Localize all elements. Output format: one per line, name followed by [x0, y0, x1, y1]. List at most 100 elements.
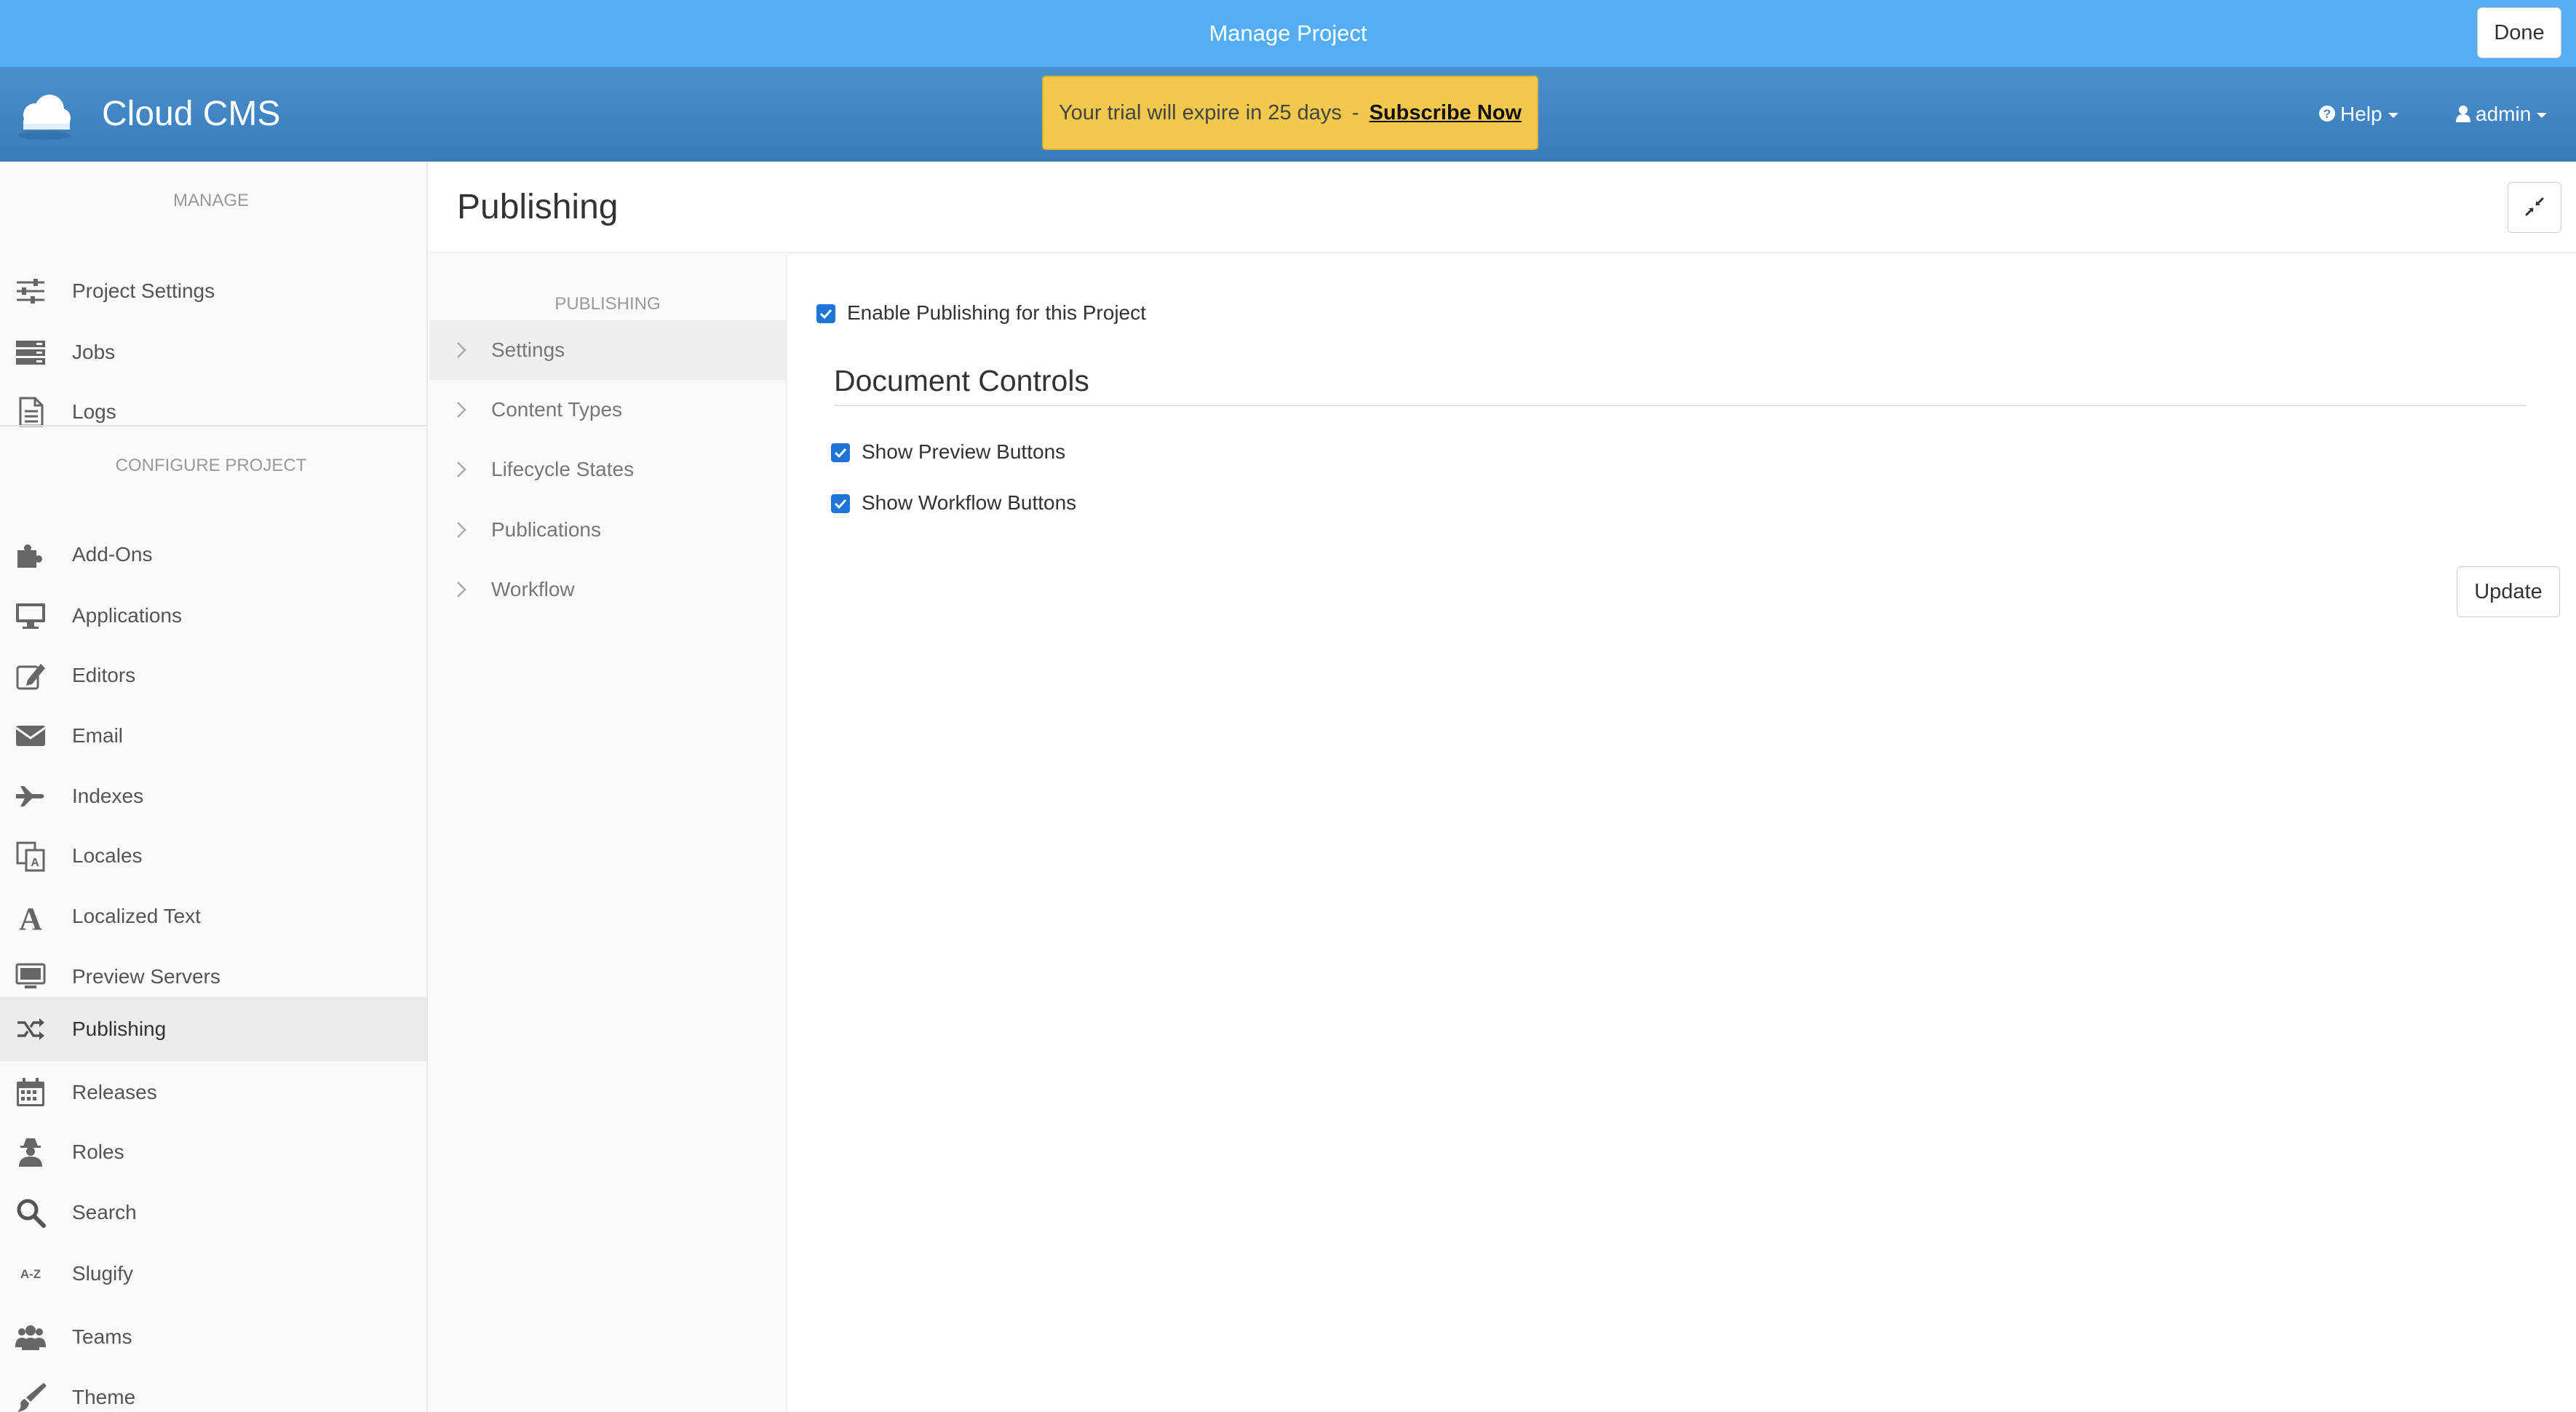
sidebar-divider — [0, 425, 426, 427]
update-button[interactable]: Update — [2457, 566, 2560, 617]
trial-separator: - — [1351, 101, 1359, 124]
sidebar-item-localized-text[interactable]: A Localized Text — [0, 886, 426, 947]
subnav-item-workflow[interactable]: Workflow — [429, 560, 786, 619]
sidebar-item-label: Email — [72, 724, 124, 747]
subscribe-now-link[interactable]: Subscribe Now — [1370, 101, 1522, 124]
sidebar-item-releases[interactable]: Releases — [0, 1062, 426, 1123]
sidebar-item-label: Project Settings — [72, 279, 215, 302]
users-icon — [15, 1321, 47, 1353]
search-icon — [15, 1197, 47, 1229]
sidebar-item-jobs[interactable]: Jobs — [0, 322, 426, 383]
cloud-logo-icon[interactable] — [13, 87, 76, 143]
configure-heading: CONFIGURE PROJECT — [115, 456, 307, 475]
question-circle-icon: ? — [2318, 68, 2336, 163]
svg-text:?: ? — [2323, 107, 2331, 121]
sidebar-item-add-ons[interactable]: Add-Ons — [0, 524, 426, 585]
sidebar-item-label: Logs — [72, 400, 116, 423]
chevron-right-icon — [451, 400, 472, 420]
chevron-right-icon — [451, 579, 472, 600]
puzzle-icon — [15, 539, 47, 571]
app-header: Cloud CMS Your trial will expire in 25 d… — [0, 67, 2576, 162]
sidebar-item-editors[interactable]: Editors — [0, 645, 426, 706]
user-menu[interactable]: admin — [2455, 67, 2548, 163]
sidebar-item-label: Indexes — [72, 785, 144, 807]
subnav-item-publications[interactable]: Publications — [429, 500, 786, 560]
plane-icon — [15, 780, 47, 812]
sidebar-item-label: Add-Ons — [72, 543, 153, 566]
manage-heading: MANAGE — [172, 191, 249, 210]
enable-publishing-checkbox[interactable] — [816, 304, 835, 323]
subnav-item-label: Content Types — [491, 398, 623, 421]
caret-down-icon — [2388, 113, 2398, 119]
show-workflow-checkbox[interactable] — [831, 494, 850, 513]
sidebar-item-label: Localized Text — [72, 905, 201, 927]
calendar-icon — [15, 1076, 47, 1108]
settings-panel: Enable Publishing for this Project Docum… — [789, 255, 2576, 1412]
enable-publishing-label: Enable Publishing for this Project — [847, 301, 1146, 324]
modal-title: Manage Project — [1209, 20, 1367, 46]
collapse-button[interactable] — [2508, 182, 2561, 233]
sidebar-item-label: Slugify — [72, 1262, 134, 1285]
subnav-item-label: Lifecycle States — [491, 458, 635, 480]
sidebar-item-applications[interactable]: Applications — [0, 585, 426, 646]
subnav-item-settings[interactable]: Settings — [429, 320, 786, 380]
page-title: Publishing — [457, 188, 619, 226]
font-icon: A — [15, 900, 47, 937]
sliders-icon — [15, 275, 47, 307]
svg-text:A: A — [31, 857, 39, 869]
sidebar-item-label: Locales — [72, 844, 143, 867]
svg-text:A: A — [19, 901, 42, 932]
monitor-icon — [15, 961, 47, 993]
sidebar-item-publishing[interactable]: Publishing — [0, 997, 426, 1061]
document-controls-title: Document Controls — [834, 364, 1089, 397]
sidebar-item-label: Teams — [72, 1325, 132, 1348]
show-preview-label: Show Preview Buttons — [862, 440, 1066, 463]
subnav-item-content-types[interactable]: Content Types — [429, 380, 786, 440]
brand-name[interactable]: Cloud CMS — [102, 67, 280, 162]
sidebar-item-roles[interactable]: Roles — [0, 1122, 426, 1183]
sidebar-item-label: Jobs — [72, 341, 116, 363]
sidebar-item-label: Roles — [72, 1141, 124, 1163]
modal-topbar: Manage Project Done — [0, 0, 2576, 67]
sidebar-item-label: Theme — [72, 1386, 136, 1408]
sidebar-item-label: Applications — [72, 604, 182, 627]
envelope-icon — [15, 720, 47, 752]
sidebar-item-label: Publishing — [72, 1018, 167, 1040]
page-header: Publishing — [429, 162, 2576, 253]
sidebar-item-logs[interactable]: Logs — [0, 381, 426, 443]
subnav-item-label: Settings — [491, 338, 565, 361]
compress-icon — [2524, 197, 2545, 220]
server-icon — [15, 336, 47, 368]
main-content: Publishing PUBLISHING Settings Content T… — [429, 162, 2576, 1412]
sidebar-item-label: Releases — [72, 1081, 157, 1103]
sidebar-item-label: Search — [72, 1201, 137, 1223]
translate-icon: A — [15, 840, 47, 872]
show-workflow-label: Show Workflow Buttons — [862, 491, 1077, 514]
brush-icon — [15, 1381, 47, 1412]
sidebar-item-slugify[interactable]: A-Z Slugify — [0, 1243, 426, 1304]
section-divider — [834, 405, 2527, 406]
sidebar-item-search[interactable]: Search — [0, 1182, 426, 1243]
show-preview-checkbox[interactable] — [831, 443, 850, 462]
user-secret-icon — [15, 1136, 47, 1168]
chevron-right-icon — [451, 459, 472, 480]
svg-text:A-Z: A-Z — [20, 1267, 41, 1281]
subnav-item-lifecycle-states[interactable]: Lifecycle States — [429, 440, 786, 499]
sidebar-item-email[interactable]: Email — [0, 705, 426, 766]
sidebar-item-locales[interactable]: A Locales — [0, 825, 426, 887]
done-button[interactable]: Done — [2477, 7, 2561, 58]
help-label: Help — [2340, 103, 2382, 125]
sidebar-item-theme[interactable]: Theme — [0, 1367, 426, 1412]
sidebar-item-project-settings[interactable]: Project Settings — [0, 261, 426, 322]
desktop-icon — [15, 600, 47, 632]
help-menu[interactable]: ? Help — [2318, 67, 2398, 162]
sidebar-item-label: Editors — [72, 664, 136, 686]
publishing-subnav: PUBLISHING Settings Content Types Lifecy… — [429, 255, 787, 1412]
sidebar-item-teams[interactable]: Teams — [0, 1306, 426, 1368]
edit-icon — [15, 659, 47, 691]
sidebar-item-indexes[interactable]: Indexes — [0, 766, 426, 827]
admin-label: admin — [2476, 103, 2532, 125]
user-icon — [2455, 68, 2471, 163]
trial-banner: Your trial will expire in 25 days - Subscr… — [1042, 76, 1538, 150]
project-sidebar: MANAGE Project Settings Jobs Logs CONFIG… — [0, 162, 428, 1412]
